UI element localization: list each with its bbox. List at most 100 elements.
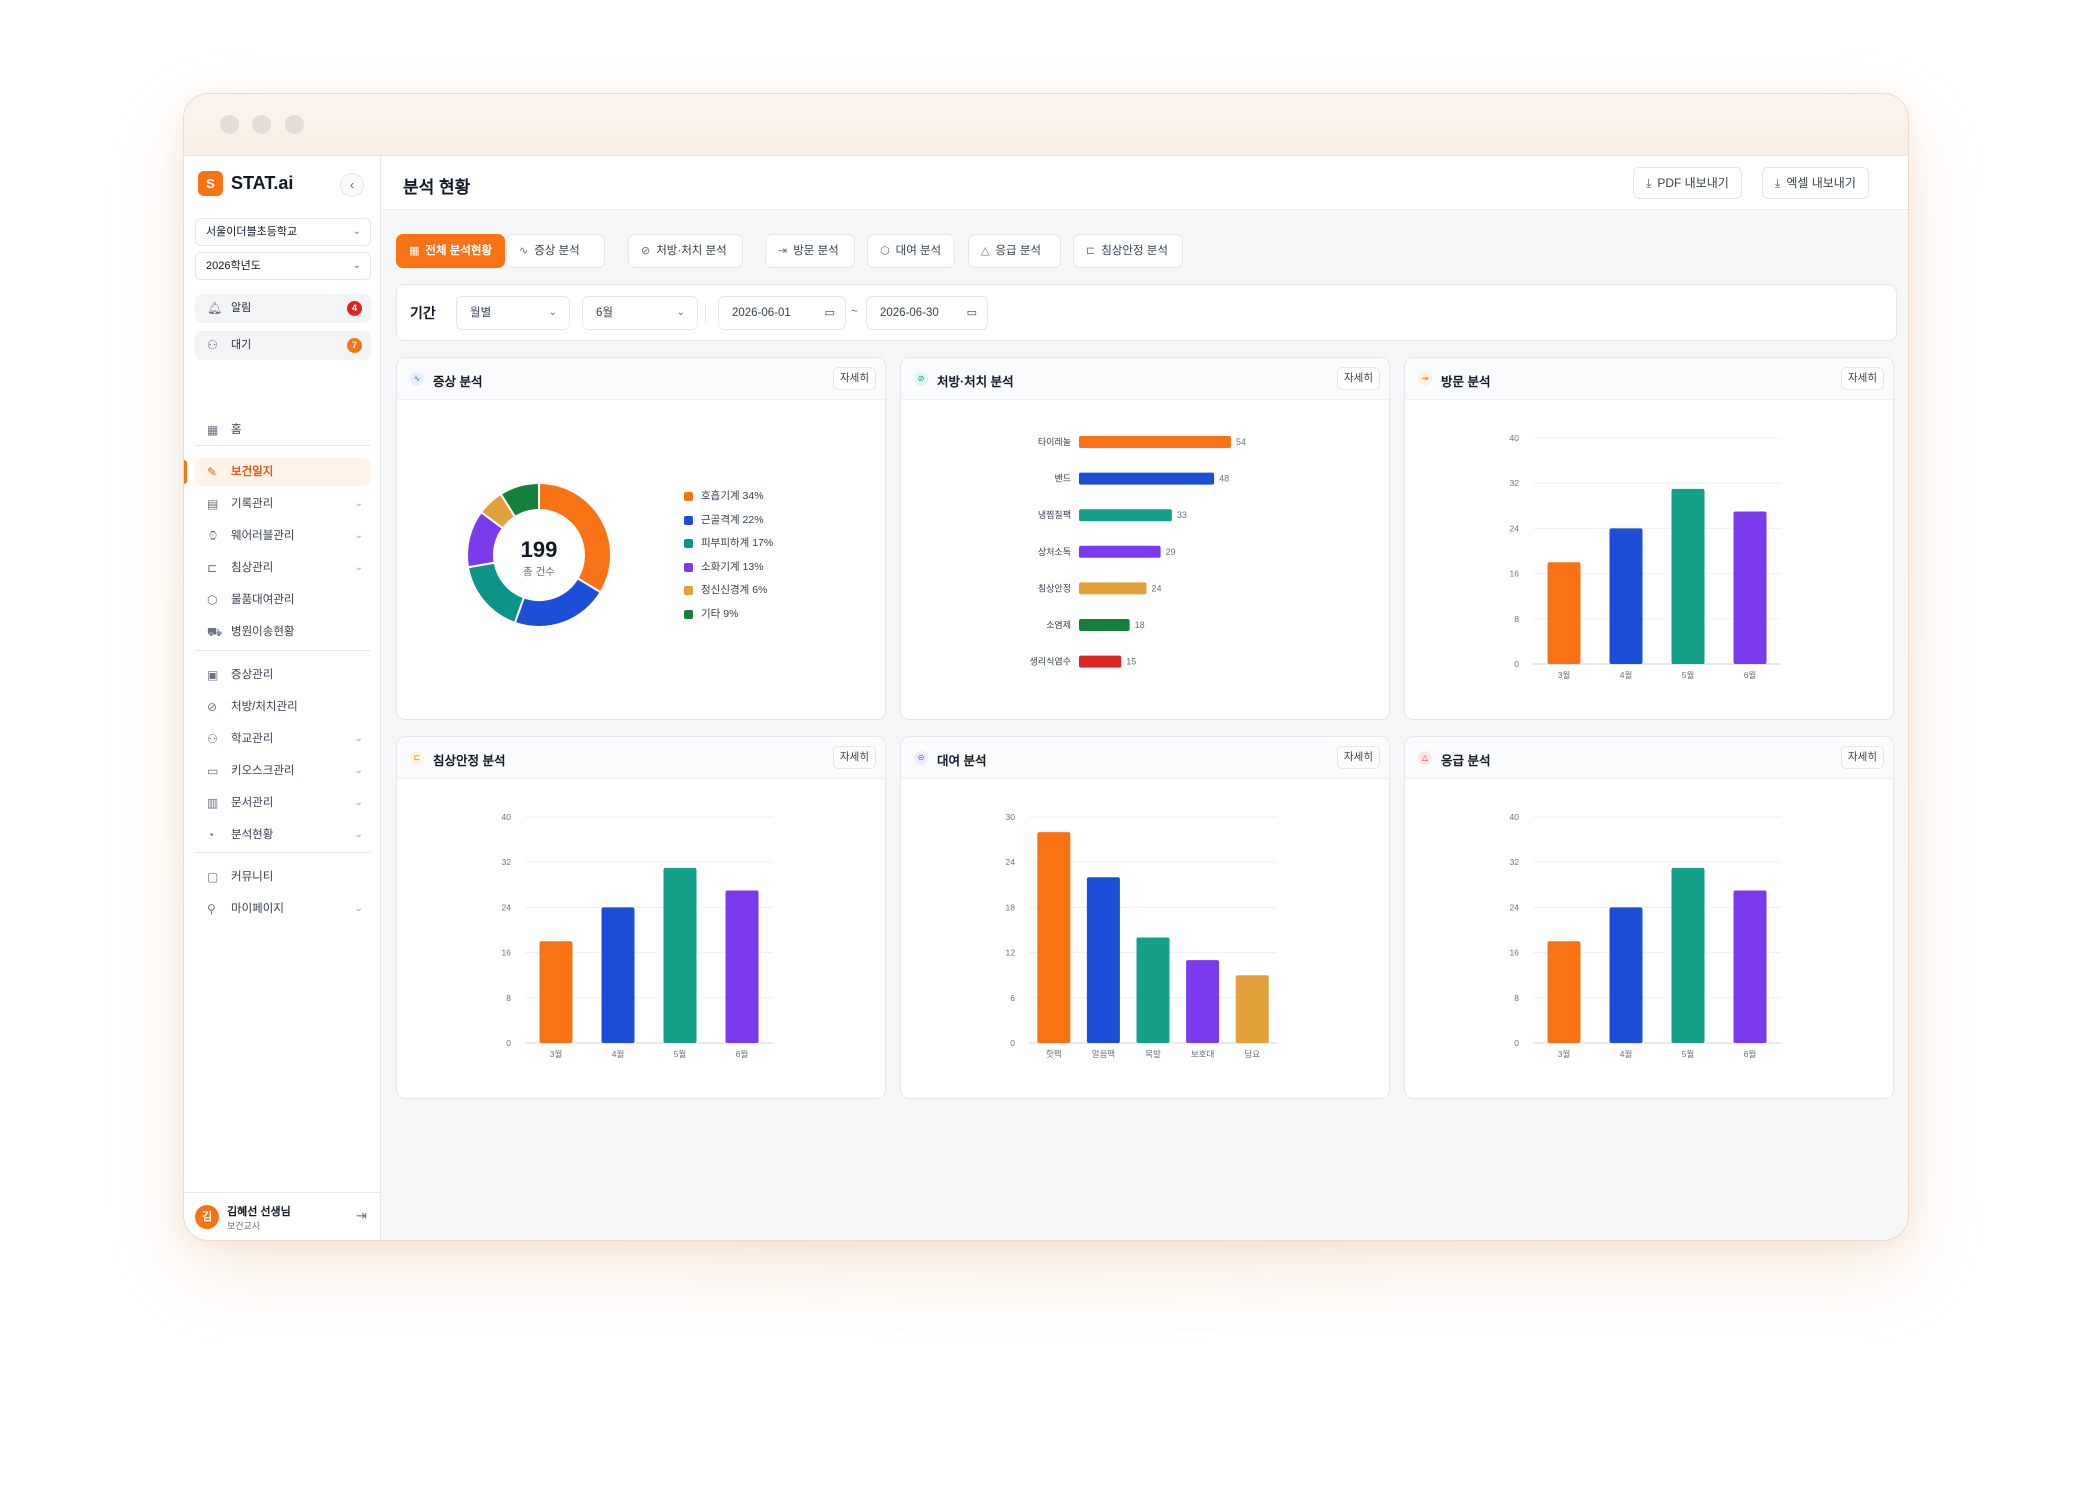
y-tick-label: 0 [1514,659,1519,669]
bar-value-label: 29 [1166,547,1176,557]
window-minimize-dot[interactable] [252,115,271,134]
window-close-dot[interactable] [220,115,239,134]
sidebar-item-ambulance[interactable]: ⛟ 병원이송현황 [195,618,371,646]
sidebar-item-pill[interactable]: ⊘ 처방/처치관리 [195,693,371,721]
y-tick-label: 16 [502,948,512,958]
tab-bed[interactable]: ⊏ 침상안정 분석 [1073,234,1183,268]
excel-export-button[interactable]: ⤓ 엑셀 내보내기 [1762,167,1869,199]
box-icon: ⊝ [914,751,928,765]
sidebar-item-box[interactable]: ⬡ 물품대여관리 [195,586,371,614]
detail-button[interactable]: 자세히 [1337,746,1380,769]
chevron-down-icon: ⌄ [354,498,363,509]
bar-category-label: 침상안정 [1038,583,1071,593]
year-select[interactable]: 2026학년도 ⌄ [195,252,371,280]
bar [1547,941,1581,1043]
tab-alert[interactable]: △ 응급 분석 [968,234,1061,268]
bar [1079,472,1215,485]
chevron-down-icon: ⌄ [354,829,363,840]
sidebar-item-clipboard[interactable]: ▣ 증상관리 [195,661,371,689]
y-tick-label: 30 [1006,812,1016,822]
month-value: 6월 [596,307,613,319]
start-date-input[interactable]: 2026-06-01 ▭ [718,296,846,330]
chevron-down-icon: ⌄ [354,530,363,541]
tab-label: 증상 분석 [534,245,580,257]
y-tick-label: 0 [506,1038,511,1048]
sidebar-collapse-button[interactable]: ‹ [340,173,364,197]
legend-swatch [684,515,693,525]
donut-slice [466,561,526,625]
legend-swatch [684,609,693,619]
y-tick-label: 40 [1510,433,1520,443]
detail-button[interactable]: 자세히 [833,367,876,390]
card-header: △ 응급 분석 자세히 [1405,737,1893,779]
x-tick-label: 목발 [1145,1049,1161,1059]
sidebar-item-monitor[interactable]: ▭ 키오스크관리 ⌄ [195,757,371,785]
tab-activity[interactable]: ∿ 증상 분석 [506,234,605,268]
y-tick-label: 32 [1510,478,1520,488]
detail-button[interactable]: 자세히 [1841,746,1884,769]
message-icon: ▢ [207,870,219,884]
card-header: ⇥ 방문 분석 자세히 [1405,358,1893,400]
y-tick-label: 18 [1006,902,1016,912]
tab-box[interactable]: ⬡ 대여 분석 [867,234,955,268]
chevron-down-icon: ⌄ [676,307,685,318]
legend-item: 소화기계 13% [684,560,773,584]
sidebar-item-watch[interactable]: ⌚︎ 웨어러블관리 ⌄ [195,522,371,550]
detail-button[interactable]: 자세히 [1841,367,1884,390]
card-title: 대여 분석 [937,754,987,768]
sidebar-item-message[interactable]: ▢ 커뮤니티 [195,863,371,891]
period-type-select[interactable]: 월별 ⌄ [456,296,570,330]
tab-label: 처방·처치 분석 [656,245,727,257]
box-icon: ⬡ [880,245,890,257]
window-maximize-dot[interactable] [285,115,304,134]
sidebar-item-user[interactable]: ⚲ 마이페이지 ⌄ [195,895,371,923]
sidebar-item-grid[interactable]: ▦ 홈 [195,416,371,444]
sidebar-item-label: 커뮤니티 [231,871,274,883]
sidebar-divider [195,445,371,446]
sidebar-item-bed[interactable]: ⊏ 침상관리 ⌄ [195,554,371,582]
end-date-input[interactable]: 2026-06-30 ▭ [866,296,988,330]
logout-icon[interactable]: ⇥ [356,1208,367,1224]
sidebar-item-pie[interactable]: ◔ 분석현황 ⌄ [195,821,371,849]
bar [601,907,635,1043]
sidebar-item-document[interactable]: ▥ 문서관리 ⌄ [195,789,371,817]
chevron-down-icon: ⌄ [354,797,363,808]
pie-icon: ◔ [207,828,215,842]
rental-analysis-card: ⊝ 대여 분석 자세히 0 6 12 18 24 30 핫팩 얼음팩 목발 보호대 담요 [900,736,1390,1099]
period-filter: 기간 월별 ⌄ 6월 ⌄ 2026-06-01 ▭ ~ 2026-06-30 ▭ [396,284,1897,341]
bar [1079,582,1147,595]
bar [1037,832,1071,1043]
tab-login[interactable]: ⇥ 방문 분석 [765,234,855,268]
month-select[interactable]: 6월 ⌄ [582,296,698,330]
y-tick-label: 24 [1510,523,1520,533]
prescription-bar-chart: 타이레놀 54 밴드 48 냉찜질팩 33 상처소독 29 침상안정 24 소염제 18 생리식염수 15 [1030,436,1246,668]
sidebar-item-edit[interactable]: ✎ 보건일지 [195,458,371,486]
sidebar-item-label: 침상관리 [231,562,274,574]
bar [725,890,759,1043]
bell-icon: 🔔︎ [207,301,223,315]
activity-icon: ∿ [519,245,529,257]
sidebar-item-users[interactable]: ⚇ 학교관리 ⌄ [195,725,371,753]
sidebar-item-file[interactable]: ▤ 기록관리 ⌄ [195,490,371,518]
pdf-export-button[interactable]: ⤓ PDF 내보내기 [1633,167,1742,199]
app-name: STAT.ai [231,173,294,193]
tab-grid[interactable]: ▦ 전체 분석현황 [396,234,506,268]
bar-category-label: 생리식염수 [1030,657,1071,667]
bar [1733,511,1767,664]
detail-button[interactable]: 자세히 [1337,367,1380,390]
user-profile[interactable]: 김 김혜선 선생님 보건교사 ⇥ [184,1192,381,1240]
chevron-left-icon: ‹ [350,178,354,192]
sidebar-item-label: 처방/처치관리 [231,701,298,713]
sidebar-item-alerts[interactable]: 🔔︎ 알림 4 [195,294,371,323]
detail-button[interactable]: 자세히 [833,746,876,769]
y-tick-label: 8 [1514,993,1519,1003]
pill-icon: ⊘ [914,372,928,386]
chevron-down-icon: ⌄ [354,733,363,744]
sidebar-item-waiting[interactable]: ⚇ 대기 7 [195,331,371,360]
calendar-icon: ▭ [824,307,835,319]
symptom-donut-chart: 199 총 건수 [466,481,612,628]
school-select[interactable]: 서울이더블초등학교 ⌄ [195,218,371,246]
tab-pill[interactable]: ⊘ 처방·처치 분석 [628,234,743,268]
bar [1671,488,1705,664]
bar-value-label: 24 [1152,583,1162,593]
